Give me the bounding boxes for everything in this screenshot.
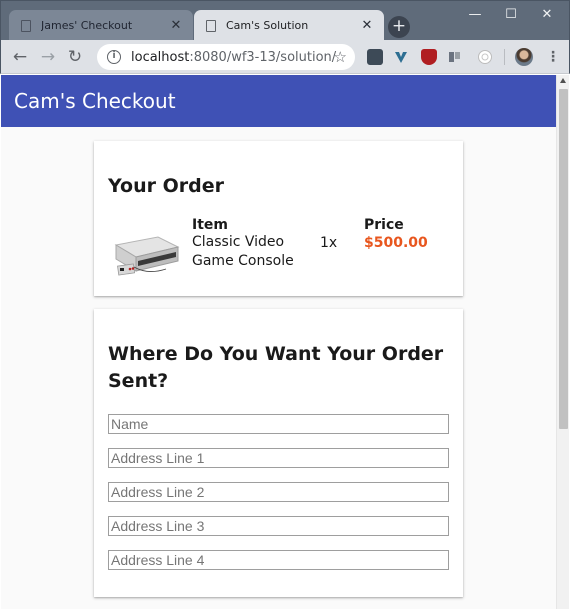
- address-line-2-input[interactable]: [108, 482, 449, 502]
- item-name: Classic Video Game Console: [192, 234, 294, 269]
- extension-shield-icon[interactable]: [367, 49, 383, 65]
- shipping-card: Where Do You Want Your Order Sent?: [94, 309, 463, 597]
- bookmark-star-icon[interactable]: ☆: [334, 48, 347, 66]
- shipping-heading: Where Do You Want Your Order Sent?: [108, 343, 444, 392]
- item-quantity: 1x: [320, 235, 338, 251]
- toolbar-separator: [504, 49, 505, 65]
- back-button[interactable]: ←: [9, 46, 31, 68]
- maximize-button[interactable]: ☐: [493, 5, 529, 25]
- new-tab-button[interactable]: +: [388, 16, 410, 38]
- extension-circle-icon[interactable]: [477, 49, 493, 65]
- close-window-button[interactable]: ✕: [529, 5, 565, 25]
- close-tab-icon[interactable]: ✕: [169, 19, 183, 33]
- extension-v-icon[interactable]: [393, 49, 409, 65]
- app-bar-title: Cam's Checkout: [1, 75, 556, 127]
- scrollbar-thumb[interactable]: [559, 89, 568, 429]
- tab-title: Cam's Solution: [226, 19, 309, 32]
- order-card: Your Order Item Price Classic Video Game…: [94, 141, 463, 296]
- video-game-console-icon: [114, 236, 180, 276]
- extension-bars-icon[interactable]: [447, 49, 463, 65]
- tab-james-checkout[interactable]: James' Checkout ✕: [9, 10, 193, 41]
- tab-strip: James' Checkout ✕ Cam's Solution ✕ + — ☐…: [0, 0, 570, 41]
- forward-button[interactable]: →: [37, 46, 59, 68]
- address-line-1-input[interactable]: [108, 448, 449, 468]
- close-tab-icon[interactable]: ✕: [360, 19, 374, 33]
- name-input[interactable]: [108, 414, 449, 434]
- info-icon[interactable]: i: [107, 50, 121, 64]
- address-line-4-input[interactable]: [108, 550, 449, 570]
- price-column-label: Price: [364, 217, 404, 233]
- document-icon: [21, 19, 31, 32]
- page-scrollbar[interactable]: [556, 75, 569, 609]
- address-bar[interactable]: i localhost:8080/wf3-13/solution/ ☆: [97, 44, 355, 70]
- url-path: :8080/wf3-13/solution/: [189, 49, 337, 65]
- address-line-3-input[interactable]: [108, 516, 449, 536]
- tab-cams-solution[interactable]: Cam's Solution ✕: [194, 10, 384, 41]
- browser-toolbar: ← → ↻ i localhost:8080/wf3-13/solution/ …: [0, 40, 570, 74]
- profile-avatar[interactable]: [515, 48, 533, 66]
- tab-title: James' Checkout: [41, 19, 133, 32]
- reload-button[interactable]: ↻: [64, 46, 86, 68]
- minimize-button[interactable]: —: [457, 5, 493, 25]
- url-host: localhost: [131, 49, 190, 65]
- ublock-icon[interactable]: [421, 49, 437, 65]
- order-heading: Your Order: [108, 175, 224, 197]
- page-viewport: Cam's Checkout Your Order Item Price Cla…: [1, 75, 569, 609]
- document-icon: [206, 19, 216, 32]
- browser-menu-icon[interactable]: ⋮: [546, 48, 560, 66]
- item-price: $500.00: [364, 235, 428, 251]
- scroll-up-arrow-icon[interactable]: [560, 78, 566, 83]
- item-column-label: Item: [192, 217, 228, 233]
